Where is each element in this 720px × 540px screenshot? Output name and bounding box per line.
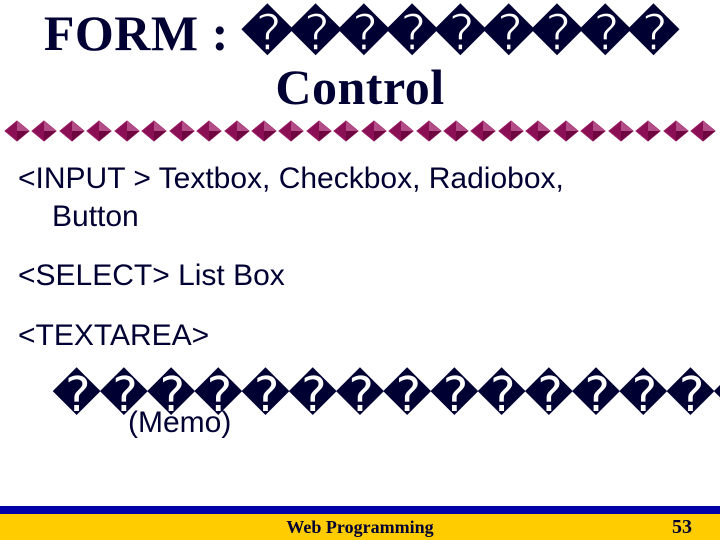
diamond-icon bbox=[663, 120, 689, 142]
diamond-icon bbox=[635, 120, 661, 142]
diamond-icon bbox=[141, 120, 167, 142]
diamond-icon bbox=[224, 120, 250, 142]
memo-block: ���������������� (Memo) bbox=[18, 372, 702, 440]
diamond-icon bbox=[608, 120, 634, 142]
footer-main-bar: Web Programming 53 bbox=[0, 514, 720, 540]
footer-accent-bar bbox=[0, 506, 720, 514]
diamond-icon bbox=[31, 120, 57, 142]
diamond-icon bbox=[196, 120, 222, 142]
bullet-tag: <TEXTAREA> bbox=[18, 319, 209, 352]
slide-footer: Web Programming 53 bbox=[0, 506, 720, 540]
diamond-icon bbox=[416, 120, 442, 142]
memo-glyphs: ���������������� bbox=[18, 372, 702, 420]
diamond-icon bbox=[388, 120, 414, 142]
slide-title-wrap: FORM : ��������� Control bbox=[0, 0, 720, 114]
diamond-icon bbox=[580, 120, 606, 142]
title-prefix: FORM : bbox=[44, 5, 242, 61]
bullet-item: <TEXTAREA> bbox=[18, 317, 702, 355]
diamond-icon bbox=[470, 120, 496, 142]
bullet-desc: Textbox, Checkbox, Radiobox, bbox=[151, 162, 564, 195]
page-number: 53 bbox=[672, 516, 692, 539]
diamond-icon bbox=[4, 120, 30, 142]
diamond-icon bbox=[306, 120, 332, 142]
diamond-icon bbox=[498, 120, 524, 142]
diamond-icon bbox=[114, 120, 140, 142]
bullet-cont: Button bbox=[18, 198, 702, 236]
diamond-icon bbox=[690, 120, 716, 142]
diamond-icon bbox=[169, 120, 195, 142]
slide-body: <INPUT > Textbox, Checkbox, Radiobox, Bu… bbox=[0, 142, 720, 440]
bullet-tag: <INPUT > bbox=[18, 162, 151, 195]
diamond-icon bbox=[278, 120, 304, 142]
bullet-desc: List Box bbox=[170, 259, 285, 292]
diamond-icon bbox=[333, 120, 359, 142]
title-line2: Control bbox=[275, 59, 444, 115]
bullet-item: <INPUT > Textbox, Checkbox, Radiobox, Bu… bbox=[18, 160, 702, 235]
bullet-item: <SELECT> List Box bbox=[18, 257, 702, 295]
diamond-icon bbox=[361, 120, 387, 142]
diamond-icon bbox=[525, 120, 551, 142]
footer-title: Web Programming bbox=[286, 517, 433, 538]
title-glyphs: ��������� bbox=[242, 5, 676, 61]
bullet-tag: <SELECT> bbox=[18, 259, 170, 292]
diamond-icon bbox=[553, 120, 579, 142]
slide-title: FORM : ��������� Control bbox=[0, 6, 720, 114]
diamond-icon bbox=[443, 120, 469, 142]
diamond-icon bbox=[86, 120, 112, 142]
diamond-divider bbox=[0, 120, 720, 142]
diamond-icon bbox=[251, 120, 277, 142]
diamond-icon bbox=[59, 120, 85, 142]
